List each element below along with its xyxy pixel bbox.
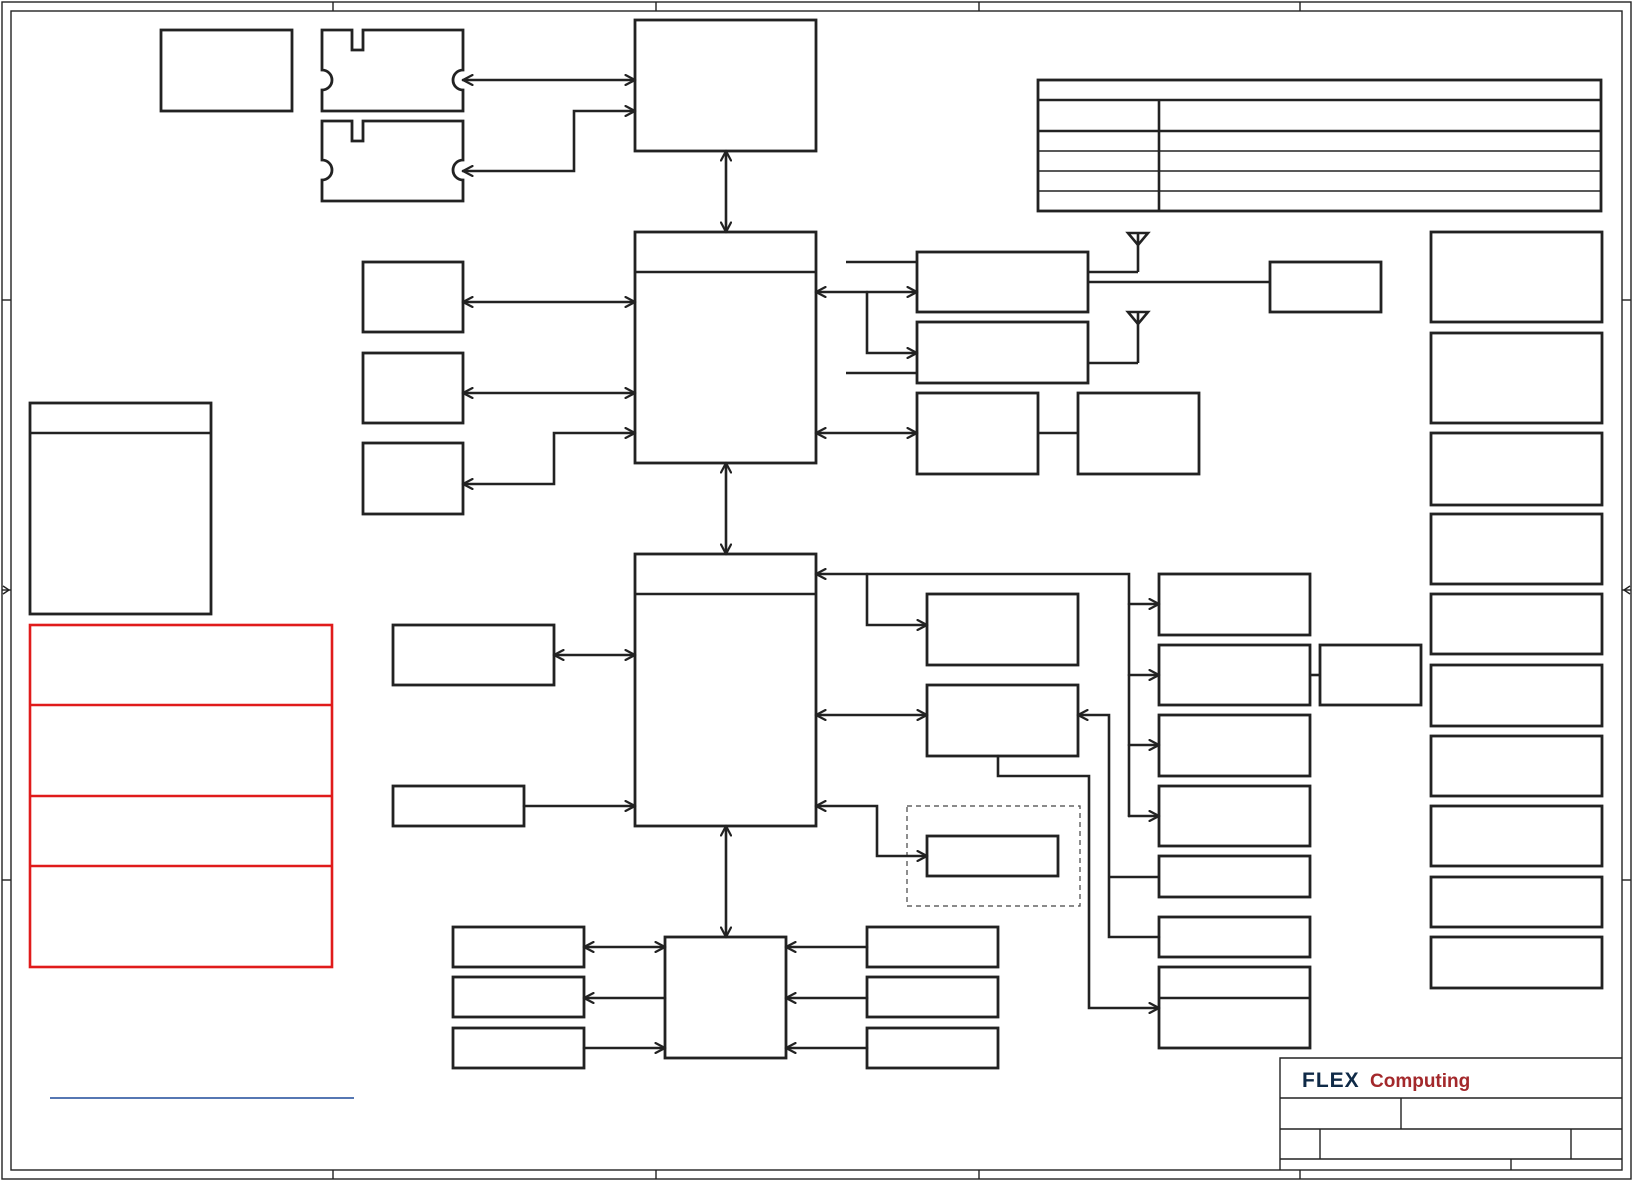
block-nb-left-2 (361, 351, 465, 425)
bus-connections (461, 80, 1320, 1048)
block-sb-left-1 (391, 623, 556, 687)
block-top-left (159, 28, 294, 113)
block-nb-left-1 (361, 260, 465, 334)
block-wireless-1 (915, 250, 1090, 314)
block-sb-right-1 (925, 592, 1080, 667)
block-cpu (633, 18, 818, 153)
memory-module-icon (320, 119, 465, 203)
block-super-io (663, 935, 788, 1060)
block-wireless-2 (915, 320, 1090, 385)
logo-text: FLEX (1302, 1069, 1360, 1092)
block-display (915, 391, 1040, 476)
block-panel (1076, 391, 1201, 476)
notes-frame (28, 623, 334, 969)
page-index-box (28, 401, 213, 616)
block-rf-module (1268, 260, 1383, 314)
block-nb-left-3 (361, 441, 465, 516)
block-diagram-sheet: FLEX Computing (0, 0, 1634, 1181)
antenna-icon (1125, 231, 1151, 272)
block-sb-right-2 (925, 683, 1080, 758)
io-port-stack (1157, 572, 1423, 1050)
schematic-canvas: FLEX Computing (1, 1, 1632, 1180)
title-block: FLEX Computing (1279, 1057, 1622, 1170)
block-north-bridge (633, 230, 818, 465)
logo-accent-text: Computing (1370, 1071, 1470, 1092)
block-sb-left-2 (391, 784, 526, 828)
memory-module-icon (320, 28, 465, 113)
right-column-blocks (1429, 230, 1604, 990)
revision-table (1036, 78, 1603, 213)
block-optional (925, 834, 1060, 878)
antenna-icon (1125, 310, 1151, 363)
